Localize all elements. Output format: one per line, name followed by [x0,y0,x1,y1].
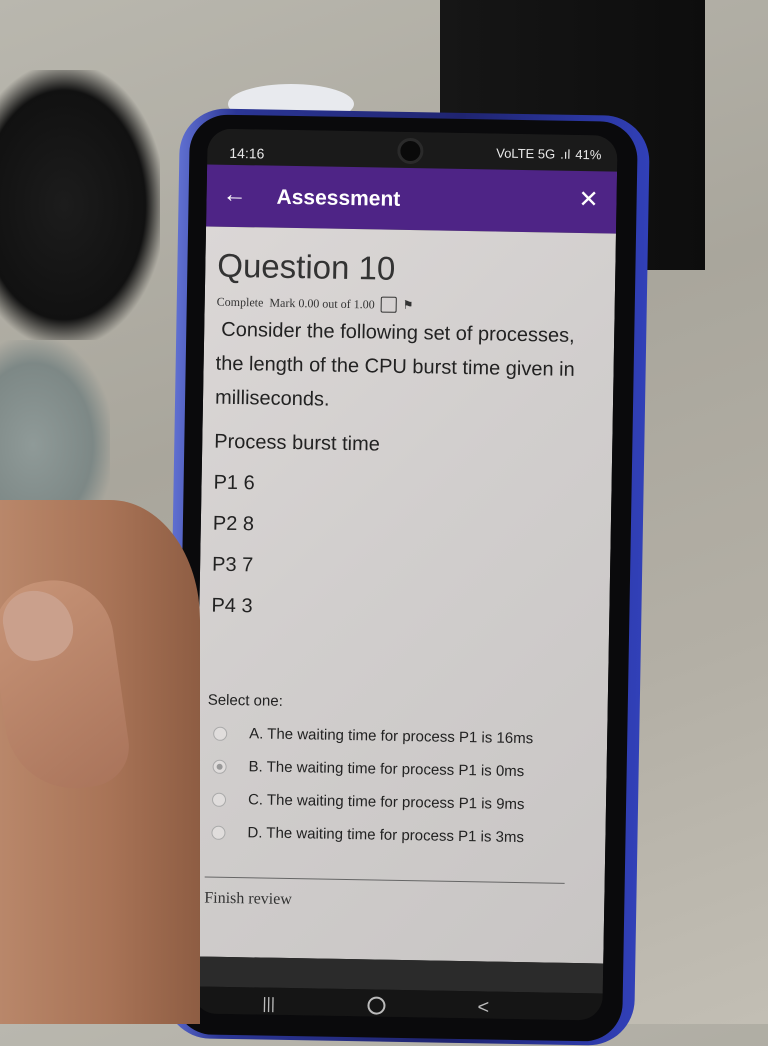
radio-button[interactable] [211,792,227,807]
table-row: P4 3 [211,594,253,618]
process-table: Process burst time P1 6 P2 8 P3 7 P4 3 [211,422,380,630]
status-icons: VoLTE 5G .ıl 41% [496,146,601,163]
option-d[interactable]: D. The waiting time for process P1 is 3m… [211,816,592,856]
back-nav-icon[interactable]: < [477,996,489,1019]
answer-options: A. The waiting time for process P1 is 16… [211,717,593,856]
network-label: VoLTE 5G [496,145,556,162]
question-title: Question 10 [217,246,396,287]
status-time: 14:16 [229,144,265,162]
quiz-content: Question 10 Complete Mark 0.00 out of 1.… [193,226,616,964]
option-label: D. The waiting time for process P1 is 3m… [247,824,525,847]
radio-button[interactable] [213,726,228,741]
home-icon[interactable] [367,996,386,1015]
battery-level: 41% [575,146,602,163]
table-row: P1 6 [213,471,255,495]
flag-icon[interactable]: ⚑ [403,297,414,312]
radio-button-selected[interactable] [212,759,227,774]
phone-screen: 14:16 VoLTE 5G .ıl 41% ← Assessment ✕ Qu… [192,128,618,1021]
close-icon[interactable]: ✕ [578,185,599,214]
app-bar: ← Assessment ✕ [206,164,618,234]
recent-apps-icon[interactable]: ||| [262,996,275,1014]
table-row: P2 8 [212,512,255,536]
front-camera [397,137,424,165]
radio-button[interactable] [211,825,226,840]
divider [204,876,565,884]
option-label: A. The waiting time for process P1 is 16… [249,725,534,748]
question-info: Complete Mark 0.00 out of 1.00 ⚑ [217,294,414,313]
question-mark: Mark 0.00 out of 1.00 [269,295,375,311]
option-label: C. The waiting time for process P1 is 9m… [247,791,525,814]
finish-review-link[interactable]: Finish review [204,890,292,910]
page-title: Assessment [276,185,401,211]
option-label: B. The waiting time for process P1 is 0m… [248,758,525,781]
question-text: Consider the following set of processes,… [214,318,575,411]
table-header: Process burst time [214,430,381,456]
background-bag [0,70,160,340]
flag-checkbox[interactable] [380,296,397,313]
select-one-label: Select one: [207,691,283,710]
signal-icon: .ıl [560,146,571,162]
table-row: P3 7 [211,553,254,577]
question-state: Complete [216,294,264,309]
arrow-left-icon[interactable]: ← [222,181,246,209]
